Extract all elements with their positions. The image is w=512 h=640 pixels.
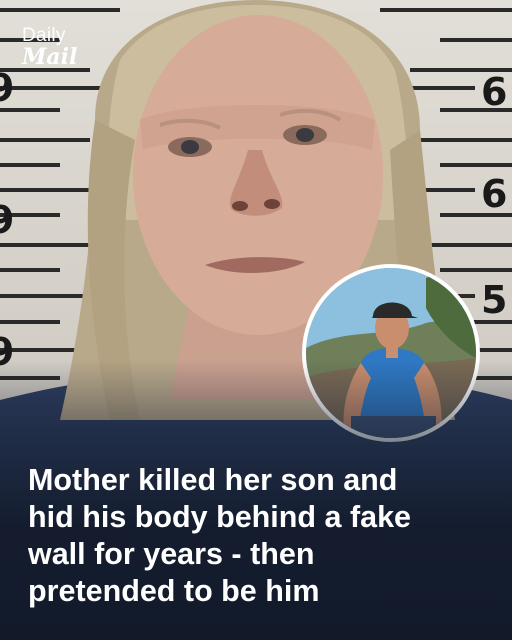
headline-line: pretended to be him <box>28 574 320 608</box>
logo-line-1: Daily <box>22 25 66 46</box>
logo-line-2: Mail <box>22 44 78 70</box>
daily-mail-logo: Daily Mail <box>22 25 78 70</box>
headline-line: hid his body behind a fake <box>28 500 411 534</box>
post-card: 6 6 5 9 9 9 Daily Mail Mother killed her… <box>0 0 512 640</box>
headline: Mother killed her son and hid his body b… <box>28 462 498 610</box>
headline-line: Mother killed her son and <box>28 463 398 497</box>
headline-line: wall for years - then <box>28 537 315 571</box>
